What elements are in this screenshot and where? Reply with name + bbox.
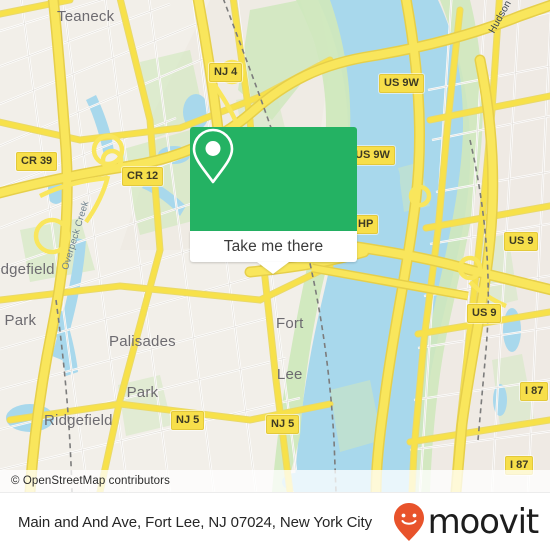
road-shield-nj5[interactable]: NJ 5	[171, 411, 205, 430]
road-shield-cr12[interactable]: CR 12	[122, 167, 164, 186]
road-shield-us9w[interactable]: US 9W	[379, 74, 424, 93]
road-shield-nj5-2[interactable]: NJ 5	[266, 415, 300, 434]
road-shield-us9-2[interactable]: US 9	[467, 304, 502, 323]
map-canvas[interactable]: Teaneck Ridgefield Park Palisades Park R…	[0, 0, 550, 492]
location-callout-card[interactable]: Take me there	[190, 127, 357, 274]
road-shield-cr39[interactable]: CR 39	[16, 152, 58, 171]
moovit-logo[interactable]: moovit	[392, 501, 550, 543]
callout-icon-area	[190, 127, 357, 231]
take-me-there-button[interactable]: Take me there	[190, 231, 357, 262]
moovit-smiley-pin-icon	[393, 503, 424, 541]
moovit-wordmark: moovit	[427, 502, 540, 542]
road-shield-i87[interactable]: I 87	[520, 382, 549, 401]
footer-bar: Main and And Ave, Fort Lee, NJ 07024, Ne…	[0, 492, 550, 550]
map-pin-icon	[192, 128, 234, 184]
screen: Teaneck Ridgefield Park Palisades Park R…	[0, 0, 550, 550]
take-me-there-label: Take me there	[223, 237, 324, 255]
road-shield-nj4[interactable]: NJ 4	[209, 63, 243, 82]
address-label: Main and And Ave, Fort Lee, NJ 07024, Ne…	[18, 513, 372, 531]
map-attribution: © OpenStreetMap contributors	[0, 470, 550, 492]
callout-pointer-tail	[257, 262, 289, 274]
road-shield-us9[interactable]: US 9	[504, 232, 539, 251]
attribution-text: © OpenStreetMap contributors	[11, 475, 170, 487]
